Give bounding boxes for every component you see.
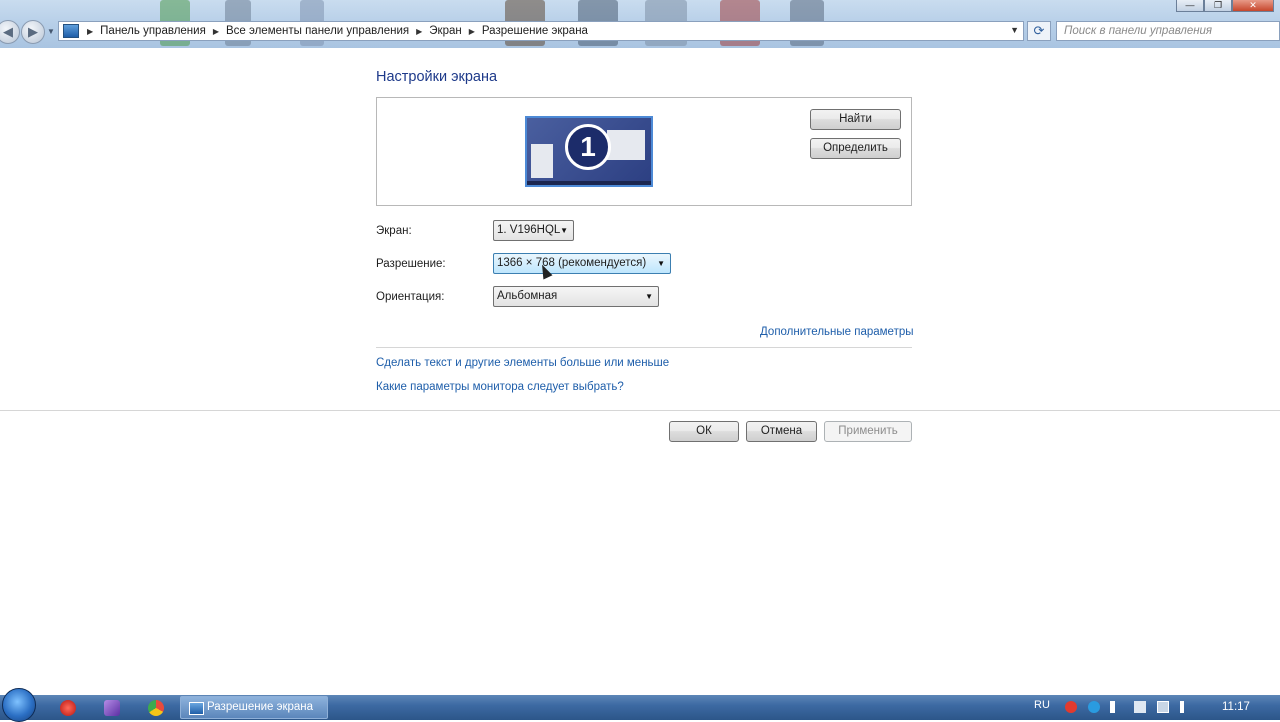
breadcrumb-arrow-icon[interactable]: ▶ [416,27,422,36]
dropdown-arrow-icon: ▼ [560,226,568,235]
language-indicator[interactable]: RU [1034,699,1050,711]
monitor-help-link[interactable]: Какие параметры монитора следует выбрать… [376,381,624,393]
dropdown-arrow-icon: ▼ [657,259,665,268]
control-panel-icon [189,702,204,715]
orientation-label: Ориентация: [376,291,445,303]
address-dropdown-icon[interactable]: ▼ [1010,25,1019,35]
monitor-preview-area: 1 Найти Определить [376,97,912,206]
taskbar: Разрешение экрана RU 11:17 [0,688,1280,722]
forward-button[interactable]: ▶ [21,20,45,44]
speaker-icon[interactable] [1110,701,1122,713]
address-bar[interactable]: ▶ Панель управления ▶ Все элементы панел… [58,21,1024,41]
preview-window-icon [607,130,645,160]
clock[interactable]: 11:17 [1222,701,1250,713]
cancel-button[interactable]: Отмена [746,421,817,442]
recording-icon[interactable] [1065,701,1077,713]
page-title: Настройки экрана [376,69,498,85]
breadcrumb-item-display[interactable]: Экран [429,25,461,37]
find-button[interactable]: Найти [810,109,901,130]
resolution-select-value: 1366 × 768 (рекомендуется) [497,257,647,269]
monitor-1-thumbnail[interactable]: 1 [525,116,653,187]
search-input[interactable]: Поиск в панели управления [1056,21,1280,41]
identify-button[interactable]: Определить [810,138,901,159]
minimize-button[interactable]: — [1176,0,1204,12]
dropdown-arrow-icon: ▼ [645,292,653,301]
ok-button[interactable]: ОК [669,421,739,442]
start-button[interactable] [2,688,36,722]
footer-divider [0,410,1280,411]
maximize-button[interactable]: ❐ [1204,0,1232,12]
breadcrumb-arrow-icon[interactable]: ▶ [469,27,475,36]
advanced-settings-link[interactable]: Дополнительные параметры [760,326,914,338]
volume-icon[interactable] [1180,701,1192,713]
display-select-value: 1. V196HQL [497,224,561,236]
divider [376,347,912,348]
window-controls: — ❐ ✕ [1176,0,1274,12]
control-panel-icon [63,24,79,38]
breadcrumb-item-all-items[interactable]: Все элементы панели управления [226,25,409,37]
resolution-label: Разрешение: [376,258,446,270]
opera-icon[interactable] [60,700,76,716]
network-icon[interactable] [1134,701,1146,713]
close-button[interactable]: ✕ [1232,0,1274,12]
preview-window-icon [531,144,553,178]
orientation-select-value: Альбомная [497,290,558,302]
preview-taskbar [527,181,651,185]
orientation-select[interactable]: Альбомная ▼ [493,286,659,307]
taskbar-item-resolution[interactable]: Разрешение экрана [180,696,328,719]
skype-icon[interactable] [1088,701,1100,713]
monitor-number: 1 [565,124,611,170]
breadcrumb-item-resolution[interactable]: Разрешение экрана [482,25,588,37]
recent-pages-chevron-icon[interactable]: ▼ [47,27,55,36]
resolution-select[interactable]: 1366 × 768 (рекомендуется) ▼ [493,253,671,274]
chrome-icon[interactable] [148,700,164,716]
taskbar-item-label: Разрешение экрана [207,701,314,713]
breadcrumb-arrow-icon[interactable]: ▶ [87,27,93,36]
breadcrumb-item-control-panel[interactable]: Панель управления [100,25,206,37]
window-titlebar: — ❐ ✕ ◀ ▶ ▼ ▶ Панель управления ▶ Все эл… [0,0,1280,48]
refresh-button[interactable]: ⟳ [1027,21,1051,41]
app-icon[interactable] [104,700,120,716]
breadcrumb-arrow-icon[interactable]: ▶ [213,27,219,36]
back-button[interactable]: ◀ [0,20,20,44]
text-size-link[interactable]: Сделать текст и другие элементы больше и… [376,357,669,369]
monitor-tray-icon[interactable] [1157,701,1169,713]
display-select[interactable]: 1. V196HQL ▼ [493,220,574,241]
display-label: Экран: [376,225,412,237]
apply-button[interactable]: Применить [824,421,912,442]
